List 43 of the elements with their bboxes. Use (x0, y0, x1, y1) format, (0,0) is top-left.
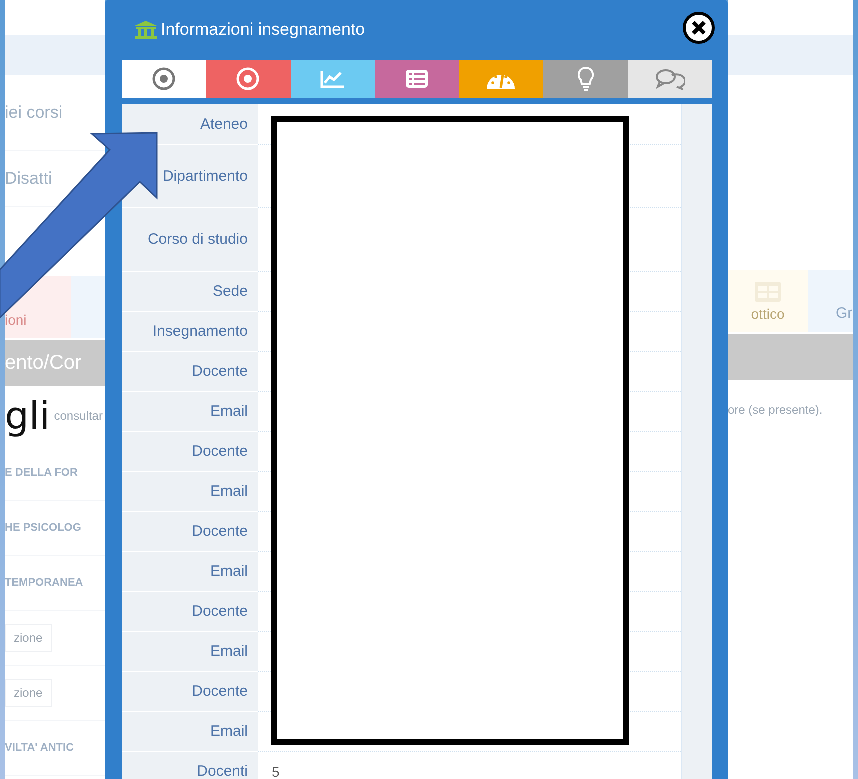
line-chart-icon (320, 69, 346, 89)
tab[interactable] (628, 60, 712, 98)
course-title: HE PSICOLOG (5, 522, 82, 534)
field-label: Docente (192, 603, 248, 620)
slide-text: gli (5, 394, 50, 438)
target-icon (152, 67, 176, 91)
field-label: Docente (192, 443, 248, 460)
field-label: Email (210, 483, 248, 500)
hint-text: ore (se presente). (728, 403, 823, 417)
tab[interactable] (459, 60, 544, 98)
field-label: Dipartimento (162, 168, 248, 184)
field-label: Sede (212, 283, 248, 300)
tab[interactable] (374, 60, 460, 98)
tab[interactable] (543, 60, 628, 98)
course-title: E DELLA FOR (5, 467, 78, 479)
dialog-title: Informazioni insegnamento (161, 20, 366, 40)
field-label: Insegnamento (152, 323, 248, 340)
field-label: Email (210, 643, 248, 660)
field-label: Email (210, 563, 248, 580)
list-icon (404, 69, 429, 89)
institution-icon (135, 21, 157, 39)
field-label: Ateneo (200, 116, 248, 132)
field-label: Docente (192, 683, 248, 700)
course-title: VILTA' ANTIC (5, 742, 74, 754)
disable-text: Disatti (5, 168, 52, 188)
field-label: Email (210, 723, 248, 740)
target-icon (236, 67, 260, 91)
field-label: Docente (192, 523, 248, 540)
lightbulb-icon (576, 66, 595, 92)
tab[interactable] (206, 60, 291, 98)
field-label: Docenti (197, 763, 248, 779)
tab-label: ottico (751, 306, 785, 322)
chat-bubbles-icon (654, 68, 685, 90)
course-title: TEMPORANEA (5, 577, 84, 589)
field-label: Docente (192, 363, 248, 380)
field-value: 5 (272, 764, 280, 779)
courses-text: iei corsi (5, 102, 63, 122)
tab[interactable] (122, 60, 206, 98)
close-button[interactable] (683, 12, 715, 44)
field-label: Corso di studio (148, 231, 248, 248)
hint-text: consultar (54, 409, 103, 423)
field-label: Email (210, 403, 248, 420)
tab[interactable] (290, 60, 375, 98)
